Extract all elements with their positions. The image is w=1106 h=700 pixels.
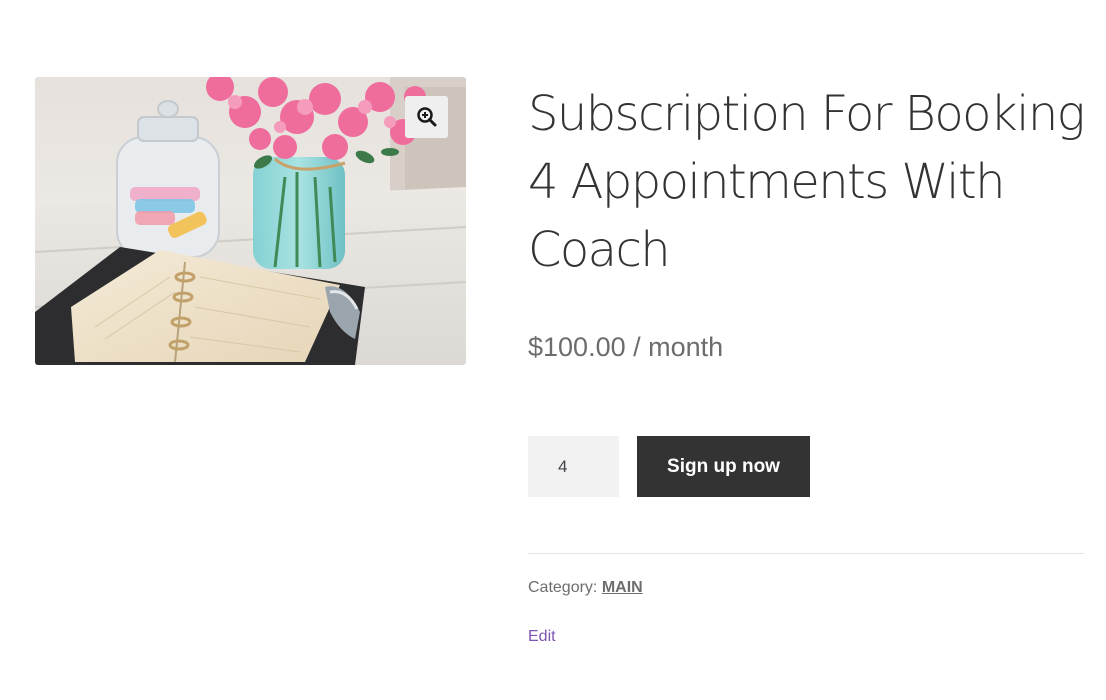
product-image[interactable] <box>35 77 466 365</box>
zoom-button[interactable] <box>405 96 448 138</box>
quantity-input[interactable] <box>528 436 619 497</box>
category-label: Category: <box>528 579 602 596</box>
edit-link[interactable]: Edit <box>528 626 556 648</box>
divider <box>528 553 1084 554</box>
product-meta: Category: MAIN <box>528 577 643 599</box>
sign-up-button[interactable]: Sign up now <box>637 436 810 497</box>
category-link-main[interactable]: MAIN <box>602 579 643 596</box>
product-title: Subscription For Booking 4 Appointments … <box>528 86 1085 278</box>
add-to-cart-form: Sign up now <box>528 436 810 497</box>
product-photo <box>35 77 466 365</box>
product-page: Subscription For Booking 4 Appointments … <box>0 0 1106 700</box>
zoom-in-icon <box>416 107 436 127</box>
product-price: $100.00 / month <box>528 332 724 362</box>
